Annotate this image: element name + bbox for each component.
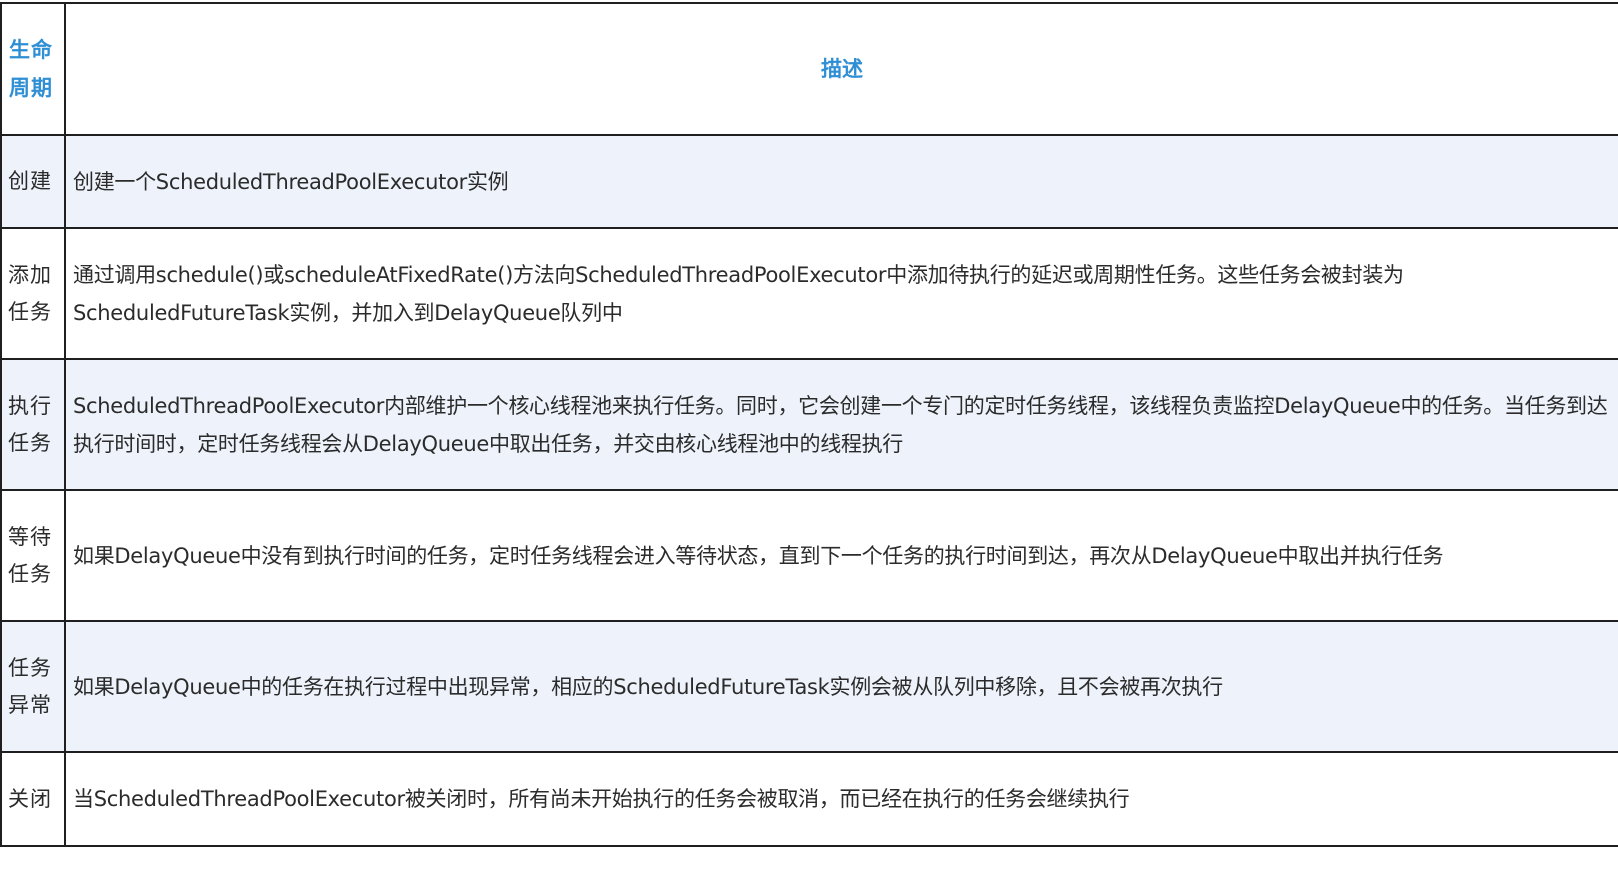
- description-cell: 如果DelayQueue中没有到执行时间的任务，定时任务线程会进入等待状态，直到…: [64, 489, 1618, 622]
- description-cell: ScheduledThreadPoolExecutor内部维护一个核心线程池来执…: [64, 358, 1618, 491]
- lifecycle-table: 生命周期 描述 创建 创建一个ScheduledThreadPoolExecut…: [0, 2, 1618, 847]
- header-description: 描述: [64, 2, 1618, 136]
- table-row: 创建 创建一个ScheduledThreadPoolExecutor实例: [0, 134, 1618, 229]
- phase-cell: 创建: [0, 134, 66, 229]
- phase-cell: 执行任务: [0, 358, 66, 491]
- table-row: 执行任务 ScheduledThreadPoolExecutor内部维护一个核心…: [0, 358, 1618, 491]
- table-row: 等待任务 如果DelayQueue中没有到执行时间的任务，定时任务线程会进入等待…: [0, 489, 1618, 622]
- header-phase: 生命周期: [0, 2, 66, 136]
- description-cell: 通过调用schedule()或scheduleAtFixedRate()方法向S…: [64, 227, 1618, 360]
- phase-cell: 关闭: [0, 751, 66, 847]
- table-row: 关闭 当ScheduledThreadPoolExecutor被关闭时，所有尚未…: [0, 751, 1618, 847]
- table-header-row: 生命周期 描述: [0, 2, 1618, 136]
- description-cell: 创建一个ScheduledThreadPoolExecutor实例: [64, 134, 1618, 229]
- phase-cell: 任务异常: [0, 620, 66, 753]
- phase-cell: 添加任务: [0, 227, 66, 360]
- description-cell: 当ScheduledThreadPoolExecutor被关闭时，所有尚未开始执…: [64, 751, 1618, 847]
- table-row: 添加任务 通过调用schedule()或scheduleAtFixedRate(…: [0, 227, 1618, 360]
- phase-cell: 等待任务: [0, 489, 66, 622]
- description-cell: 如果DelayQueue中的任务在执行过程中出现异常，相应的ScheduledF…: [64, 620, 1618, 753]
- lifecycle-table-container: 生命周期 描述 创建 创建一个ScheduledThreadPoolExecut…: [0, 2, 1618, 876]
- table-row: 任务异常 如果DelayQueue中的任务在执行过程中出现异常，相应的Sched…: [0, 620, 1618, 753]
